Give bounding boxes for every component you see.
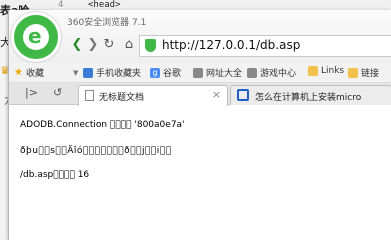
error-line-connection: ADODB.Connection      '800a0e7a' (20, 120, 185, 130)
address-bar[interactable]: http://127.0.0.1/db.asp (139, 35, 391, 57)
refresh-button[interactable]: ↻ (99, 36, 119, 54)
tab-untitled-document[interactable]: 无标题文档 × (78, 85, 228, 106)
bookmark-links-cn-folder[interactable]: 链接 (348, 66, 379, 79)
tab-install-micro[interactable]: 怎么在计算机上安装micro (230, 85, 391, 105)
home-button[interactable]: ⌂ (119, 36, 139, 54)
tab-bar: |> ↺ 无标题文档 × 怎么在计算机上安装micro (9, 83, 391, 106)
360-browser-logo-icon[interactable]: e (11, 12, 61, 62)
bookmark-game-center[interactable]: 游戏中心 (247, 66, 296, 79)
google-icon: g (150, 67, 160, 78)
security-shield-icon (145, 39, 156, 52)
browser-window: e 360安全浏览器 7.1 ❮ ❯ ↻ ⌂ http://127.0.0.1/… (8, 10, 391, 240)
restore-tab-icon[interactable]: ↺ (53, 86, 62, 99)
folder-icon (83, 67, 93, 78)
bookmark-url-directory[interactable]: 网址大全 (193, 66, 242, 79)
page-icon (85, 90, 94, 101)
tab-label: 无标题文档 (99, 93, 145, 103)
globe-icon (193, 67, 203, 78)
error-line-garbled: ðþu  s  Äîó       ð  j  i   (20, 146, 172, 156)
folder-icon (348, 67, 358, 78)
ie-icon (237, 89, 249, 101)
folder-icon (308, 66, 318, 76)
app-title: 360安全浏览器 7.1 (67, 18, 147, 28)
star-icon: ★ (14, 67, 23, 78)
editor-line-number: 4 (58, 0, 64, 10)
browser-titlebar: e 360安全浏览器 7.1 ❮ ❯ ↻ ⌂ http://127.0.0.1/… (9, 10, 391, 63)
dropdown-arrow-icon[interactable]: ▼ (73, 69, 78, 77)
close-icon[interactable]: × (212, 88, 221, 101)
sidebar-toggle-icon[interactable]: |> (25, 86, 38, 99)
screen: 4 <head> 表a哈 大 ♛ 力 e 360安全浏览器 7.1 ❮ ❯ ↻ … (0, 0, 391, 240)
bookmark-google[interactable]: g 谷歌 (150, 66, 181, 79)
editor-code-line: <head> (88, 0, 121, 10)
gamepad-icon (247, 67, 257, 78)
bookmarks-bar: ★ 收藏 ▼ 手机收藏夹 g 谷歌 网址大全 游戏中心 Links 链接 (9, 63, 391, 83)
page-content: ADODB.Connection      '800a0e7a' ðþu  s … (9, 106, 391, 240)
bookmark-favorites[interactable]: ★ 收藏 (14, 66, 44, 79)
url-text[interactable]: http://127.0.0.1/db.asp (162, 38, 300, 52)
error-line-location: /db.asp     16 (20, 170, 90, 180)
bookmark-mobile-favorites[interactable]: 手机收藏夹 (83, 66, 141, 79)
bookmark-links-folder[interactable]: Links (308, 66, 344, 76)
tab-label: 怎么在计算机上安装micro (255, 93, 362, 103)
